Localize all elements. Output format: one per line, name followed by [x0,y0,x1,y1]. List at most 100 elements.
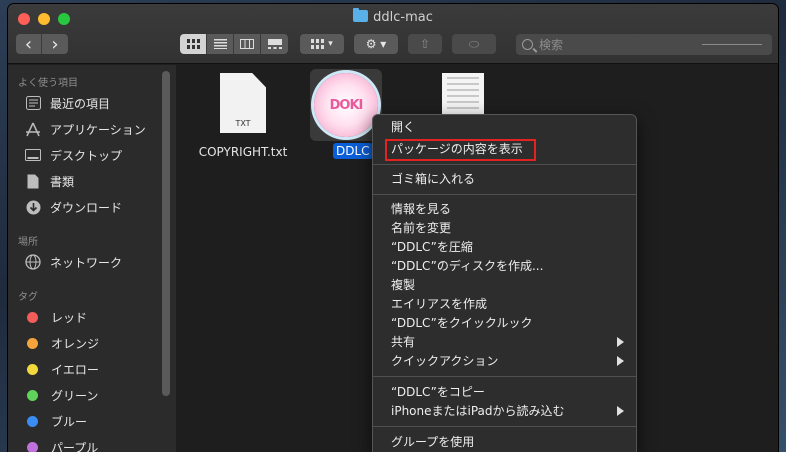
document-file-icon[interactable] [442,73,484,117]
network-icon [24,254,42,270]
documents-icon [24,173,42,189]
menu-item-burn-disc[interactable]: “DDLC”のディスクを作成... [391,257,543,275]
title-bar: ddlc-mac ‹ › ▾ ⚙ ▾ ⇧ ⬭ 検索 [8,4,778,64]
context-menu: 開く パッケージの内容を表示 ゴミ箱に入れる 情報を見る 名前を変更 “DDLC… [372,114,637,452]
sidebar-item-label: レッド [51,310,88,325]
download-icon [24,199,42,215]
share-button[interactable]: ⇧ [408,34,442,54]
menu-separator [373,376,636,377]
sidebar-tag-purple[interactable]: パープル [24,436,98,452]
sidebar-tag-orange[interactable]: オレンジ [24,332,99,354]
sidebar-tag-red[interactable]: レッド [24,306,87,328]
sidebar-item-desktop[interactable]: デスクトップ [24,144,122,166]
file-name-selected: DDLC [333,143,373,159]
app-logo-text: DOKI [329,97,364,113]
sidebar-item-downloads[interactable]: ダウンロード [24,196,122,218]
file-type-label: TXT [235,119,251,128]
desktop-icon [24,147,42,163]
window-title: ddlc-mac [8,8,778,25]
tag-icon: ⬭ [468,36,480,51]
sidebar-item-label: アプリケーション [50,122,146,137]
sidebar-item-label: 最近の項目 [50,96,111,111]
menu-item-share[interactable]: 共有 [391,333,631,351]
sidebar-item-label: イエロー [51,362,99,377]
applications-icon [24,121,42,137]
finder-window: ddlc-mac ‹ › ▾ ⚙ ▾ ⇧ ⬭ 検索 よく使う項目 最近の項目 ア… [8,4,778,452]
sidebar-tag-yellow[interactable]: イエロー [24,358,99,380]
list-view-icon [213,39,227,49]
sidebar-item-label: ネットワーク [50,255,123,270]
list-view-button[interactable] [207,34,234,54]
back-button[interactable]: ‹ [16,34,42,54]
text-file-icon: TXT [220,73,266,133]
menu-item-import-from-iphone[interactable]: iPhoneまたはiPadから読み込む [391,402,631,420]
group-grid-icon [311,39,325,49]
tag-color-dot [27,415,38,427]
chevron-down-icon: ▾ [328,39,333,49]
column-view-button[interactable] [234,34,261,54]
gallery-view-button[interactable] [261,34,288,54]
folder-icon [353,8,369,22]
sidebar-item-label: ダウンロード [50,200,123,215]
sidebar-section-tags: タグ [18,292,38,303]
sidebar-item-label: パープル [51,440,99,452]
clock-icon [24,95,42,111]
sidebar-item-network[interactable]: ネットワーク [24,251,122,273]
menu-item-label: クイックアクション [391,354,499,368]
sidebar-item-label: 書類 [50,174,75,189]
menu-item-label: 共有 [391,335,416,349]
sidebar-item-label: グリーン [51,388,99,403]
tag-color-dot [27,363,38,375]
sidebar-scrollbar[interactable] [162,71,170,396]
tag-color-dot [27,389,38,401]
menu-item-get-info[interactable]: 情報を見る [391,200,451,218]
sidebar-item-documents[interactable]: 書類 [24,170,74,192]
submenu-arrow-icon [617,356,624,366]
menu-item-make-alias[interactable]: エイリアスを作成 [391,295,487,313]
menu-item-rename[interactable]: 名前を変更 [391,219,451,237]
menu-item-copy[interactable]: “DDLC”をコピー [391,383,485,401]
sidebar-item-label: デスクトップ [50,148,123,163]
tag-color-dot [27,441,38,452]
gear-icon: ⚙ ▾ [365,37,387,51]
share-icon: ⇧ [419,37,431,51]
view-mode-switcher [180,34,288,54]
menu-separator [373,194,636,195]
column-view-icon [240,39,254,49]
forward-button[interactable]: › [42,34,68,54]
menu-item-open[interactable]: 開く [391,118,415,136]
sidebar-item-label: ブルー [51,414,88,429]
menu-item-move-to-trash[interactable]: ゴミ箱に入れる [391,170,475,188]
file-item[interactable]: TXT COPYRIGHT.txt [176,65,310,165]
menu-separator [373,426,636,427]
menu-item-compress[interactable]: “DDLC”を圧縮 [391,238,473,256]
menu-item-use-groups[interactable]: グループを使用 [391,433,474,451]
sidebar-tag-green[interactable]: グリーン [24,384,98,406]
tag-color-dot [27,311,38,323]
sidebar-item-recents[interactable]: 最近の項目 [24,92,110,114]
icon-view-icon [186,39,200,49]
group-button[interactable]: ▾ [300,34,344,54]
menu-item-quick-actions[interactable]: クイックアクション [391,352,631,370]
file-name: COPYRIGHT.txt [198,145,288,159]
menu-separator [373,164,636,165]
action-button[interactable]: ⚙ ▾ [354,34,398,54]
sidebar: よく使う項目 最近の項目 アプリケーション デスクトップ 書類 ダウンロード 場… [8,65,176,452]
sidebar-tag-blue[interactable]: ブルー [24,410,87,432]
ddlc-app-icon: DOKI [314,73,378,137]
menu-item-quick-look[interactable]: “DDLC”をクイックルック [391,314,532,332]
search-icon [522,39,533,50]
menu-item-duplicate[interactable]: 複製 [391,276,415,294]
submenu-arrow-icon [617,337,624,347]
gallery-view-icon [267,39,282,49]
submenu-arrow-icon [617,406,624,416]
search-divider [702,44,762,45]
red-highlight-box [385,139,536,161]
navigation-buttons: ‹ › [16,34,68,54]
sidebar-section-locations: 場所 [18,237,38,248]
tags-button[interactable]: ⬭ [452,34,496,54]
search-field[interactable] [516,34,772,55]
sidebar-item-applications[interactable]: アプリケーション [24,118,146,140]
search-input[interactable] [539,37,679,52]
icon-view-button[interactable] [180,34,207,54]
